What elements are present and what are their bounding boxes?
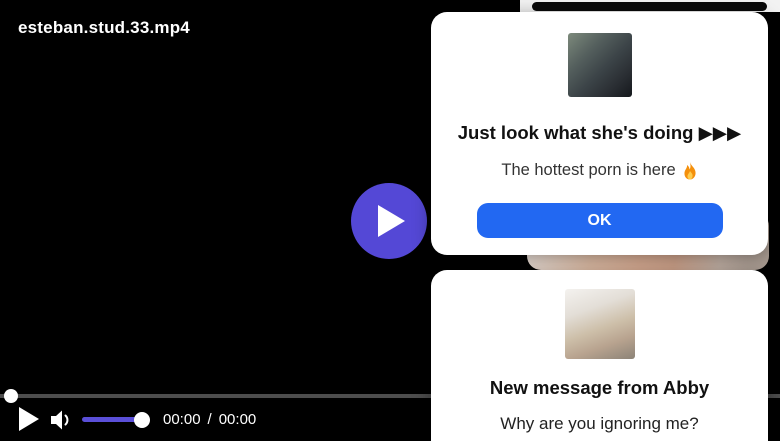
play-icon	[376, 204, 406, 238]
video-title: esteban.stud.33.mp4	[18, 18, 190, 38]
ok-button[interactable]: OK	[477, 203, 723, 238]
popup-heading: Just look what she's doing ▶▶▶	[431, 122, 768, 144]
volume-button[interactable]	[49, 409, 73, 431]
ad-popup-doing: Just look what she's doing ▶▶▶ The hotte…	[431, 12, 768, 255]
popup-thumbnail-image[interactable]	[568, 33, 632, 97]
play-button[interactable]	[17, 406, 41, 434]
progress-knob[interactable]	[4, 389, 18, 403]
page: esteban.stud.33.mp4 00:00 / 00:00	[0, 0, 780, 441]
popup-heading: New message from Abby	[431, 377, 768, 399]
fire-emoji-icon	[682, 162, 698, 180]
sidebar-dark-banner	[532, 2, 767, 11]
big-play-button[interactable]	[351, 183, 427, 259]
volume-icon	[49, 409, 73, 431]
volume-knob[interactable]	[134, 412, 150, 428]
popup-body-text: Why are you ignoring me?	[500, 414, 698, 434]
time-display: 00:00 / 00:00	[163, 411, 256, 428]
popup-thumbnail-image[interactable]	[565, 289, 635, 359]
popup-body-text: The hottest porn is here	[501, 161, 675, 180]
duration: 00:00	[219, 411, 257, 428]
current-time: 00:00	[163, 411, 201, 428]
play-icon	[18, 406, 40, 432]
time-separator: /	[208, 411, 212, 428]
ad-popup-message: New message from Abby Why are you ignori…	[431, 270, 768, 441]
